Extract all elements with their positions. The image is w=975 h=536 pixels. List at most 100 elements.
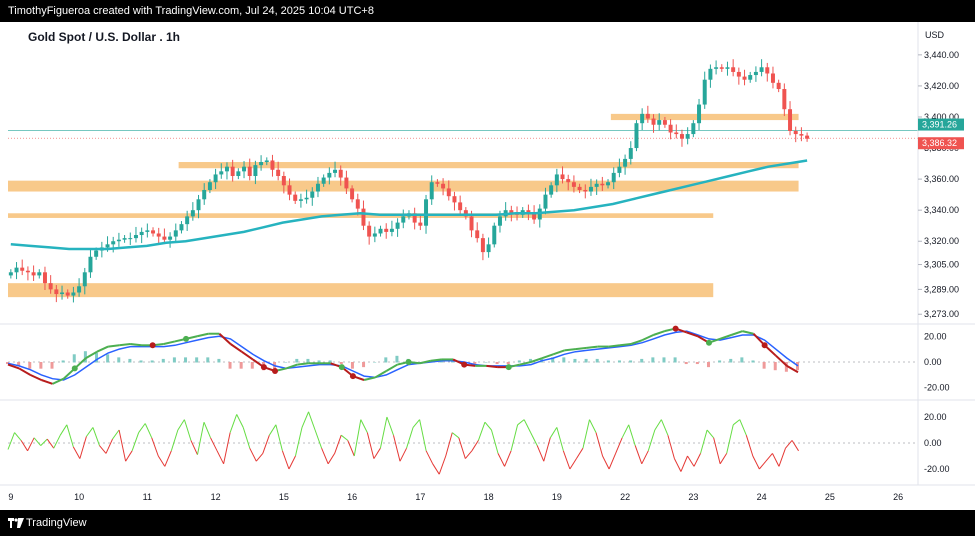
osc-line-segment [654,419,662,431]
candle-body [122,238,127,240]
osc-line-segment [497,453,505,467]
osc-line-segment [425,450,434,465]
macd-histogram-bar [584,358,588,363]
macd-line-segment [430,358,443,362]
candle-body [480,238,485,253]
osc-line-segment [190,440,198,455]
candle-body [185,216,190,225]
osc-line-segment [700,429,708,454]
macd-histogram-bar [629,360,633,363]
osc-line-segment [66,424,74,448]
price-tick-label: 3,289.00 [924,284,959,294]
osc-line-segment [379,416,388,449]
osc-line-segment [196,422,205,455]
candle-body [338,169,343,178]
macd-histogram-bar [562,357,566,363]
osc-line-segment [523,419,532,433]
macd-histogram-bar [250,362,254,369]
chart-title: Gold Spot / U.S. Dollar . 1h [28,30,180,44]
osc-line-segment [294,427,303,457]
macd-histogram-bar [239,362,243,369]
candle-body [628,148,633,159]
macd-histogram-bar [673,357,677,363]
osc-line-segment [569,458,577,470]
candle-body [190,210,195,217]
macd-histogram-bar [751,360,755,363]
osc-line-segment [406,427,414,449]
osc-line-segment [758,460,767,470]
candle-body [418,222,423,226]
osc-line-segment [242,427,251,449]
macd-line-segment [575,346,587,351]
candle-body [657,120,662,125]
candle-body [37,272,42,276]
candle-body [753,71,758,76]
osc-line-segment [138,423,146,433]
time-tick-label: 19 [552,492,562,502]
osc-line-segment [327,453,336,465]
macd-histogram-bar [395,355,399,363]
osc-line-segment [386,416,394,436]
candle-body [327,172,332,178]
candle-body [128,238,133,240]
candle-body [355,199,360,209]
candle-body [697,104,702,124]
candle-body [367,225,372,237]
candle-body [71,292,76,296]
osc-line-segment [477,422,486,441]
candle-body [691,123,696,135]
macd-line-segment [29,373,42,381]
osc-line-segment [412,419,420,428]
osc-line-segment [517,419,525,426]
osc-line-segment [183,419,192,441]
chart-svg[interactable]: 3,440.003,420.003,400.003,380.003,360.00… [0,22,975,510]
osc-line-segment [575,447,584,459]
time-tick-label: 17 [415,492,425,502]
macd-histogram-bar [773,362,777,371]
osc-line-segment [314,429,323,449]
tradingview-logo[interactable]: TradingView [8,516,128,532]
candle-body [31,272,36,276]
candle-body [42,272,47,284]
macd-line-segment [730,330,743,336]
candle-body [708,68,713,80]
macd-histogram-bar [50,362,54,369]
macd-line-segment [130,343,142,347]
candle-body [270,160,275,170]
candle-body [139,231,144,236]
candle-body [577,186,582,190]
zone-4 [8,283,714,298]
osc-line-segment [33,437,42,446]
candle-body [623,158,628,167]
candle-body [224,166,229,172]
candle-body [202,189,207,200]
price-tick-label: 3,340.00 [924,205,959,215]
time-tick-label: 10 [74,492,84,502]
candle-body [372,233,377,237]
osc-line-segment [602,455,610,470]
macd-line-segment [163,340,176,345]
support-resistance-zones [8,113,799,298]
osc-line-segment [491,429,499,454]
candle-body [20,267,25,271]
candle-body [651,118,656,125]
time-tick-label: 11 [143,492,152,502]
candle-body [662,120,667,125]
macd-cross-dot [405,359,412,365]
macd-cross-dot [260,364,267,371]
candle-body [588,186,593,192]
osc-line-segment [438,455,447,475]
macd-histogram-bar [640,358,644,363]
osc-line-segment [608,453,617,470]
macd-histogram-bar [328,360,332,363]
macd-line-segment [486,364,498,369]
candle-body [742,76,747,80]
chart-area[interactable]: 3,440.003,420.003,400.003,380.003,360.00… [0,22,975,510]
osc-line-segment [771,453,780,467]
osc-line-segment [504,450,512,467]
osc-line-segment [615,437,623,454]
osc-line-segment [543,437,551,462]
osc-line-segment [556,427,564,451]
macd-tick-label: 20.00 [924,331,947,341]
currency-label: USD [925,30,945,40]
